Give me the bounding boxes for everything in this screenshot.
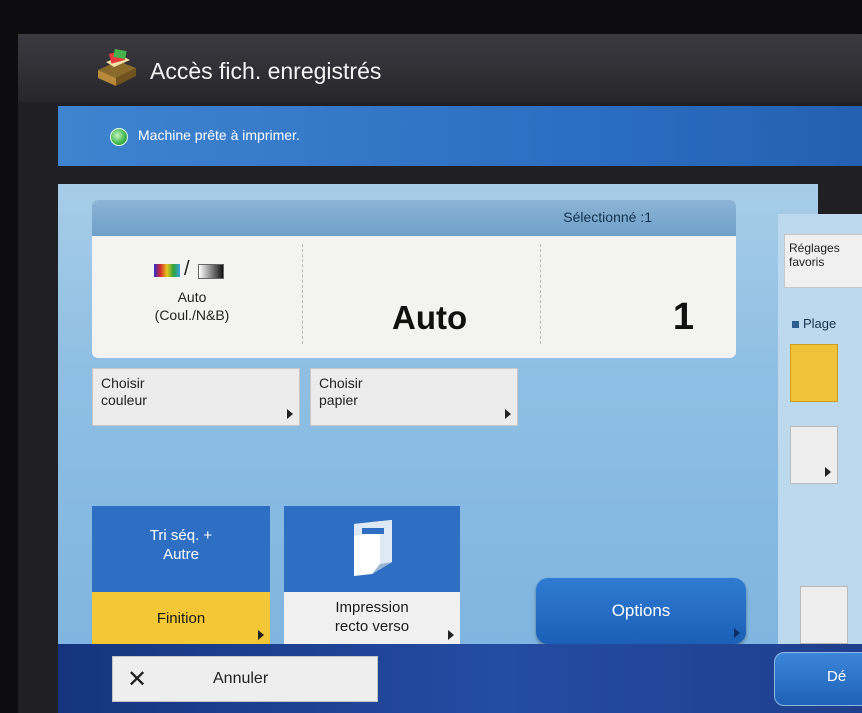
status-ok-icon [110, 128, 128, 146]
favorite-settings-button[interactable]: Réglages favoris [784, 234, 862, 288]
arrow-right-icon [825, 467, 831, 477]
copy-quantity: 1 [672, 296, 694, 338]
side-option-button[interactable] [800, 586, 848, 644]
arrow-right-icon [505, 409, 511, 419]
range-option-button[interactable] [790, 344, 838, 402]
arrow-right-icon [258, 630, 264, 640]
finishing-label: Finition [156, 610, 206, 627]
settings-summary: Sélectionné :1 / Auto (Coul./N&B) Auto 1 [92, 200, 736, 358]
bottom-bar: ✕ Annuler Dé [58, 644, 862, 713]
summary-divider [540, 244, 542, 344]
start-button[interactable]: Dé [774, 652, 862, 706]
paper-value: Auto [392, 299, 468, 336]
duplex-label: Impression recto verso [334, 599, 410, 635]
close-icon: ✕ [127, 666, 148, 693]
finishing-current-setting: Tri séq. + Autre [149, 527, 213, 563]
choose-color-button[interactable]: Choisir couleur [92, 368, 300, 426]
duplex-print-button[interactable]: Impression recto verso [284, 506, 460, 646]
options-button[interactable]: Options [536, 578, 746, 644]
bullet-icon [792, 321, 799, 329]
arrow-right-icon [448, 630, 454, 640]
printer-screen: Accès fich. enregistrés Machine prête à … [18, 34, 862, 713]
bw-swatch-icon [198, 264, 224, 279]
status-text: Machine prête à imprimer. [138, 127, 300, 143]
app-title: Accès fich. enregistrés [150, 58, 382, 84]
status-bar: Machine prête à imprimer. [58, 106, 862, 166]
page-range-label: Plage [792, 316, 836, 331]
cancel-button[interactable]: ✕ Annuler [112, 656, 378, 702]
selected-count: Sélectionné :1 [563, 209, 652, 225]
duplex-page-icon [354, 520, 392, 576]
color-mode-label: Auto (Coul./N&B) [154, 289, 230, 323]
printer-box-icon [98, 49, 136, 86]
choose-paper-button[interactable]: Choisir papier [310, 368, 518, 426]
summary-header: Sélectionné :1 [92, 200, 736, 236]
range-option-button[interactable] [790, 426, 838, 484]
arrow-right-icon [734, 628, 740, 638]
finishing-button[interactable]: Tri séq. + Autre Finition [92, 506, 270, 646]
right-side-panel: Réglages favoris Plage [778, 214, 862, 644]
print-settings-panel: Sélectionné :1 / Auto (Coul./N&B) Auto 1… [58, 184, 818, 646]
arrow-right-icon [287, 409, 293, 419]
summary-divider [302, 244, 304, 344]
title-bar: Accès fich. enregistrés [18, 34, 862, 102]
color-swatch-icon [154, 264, 180, 277]
